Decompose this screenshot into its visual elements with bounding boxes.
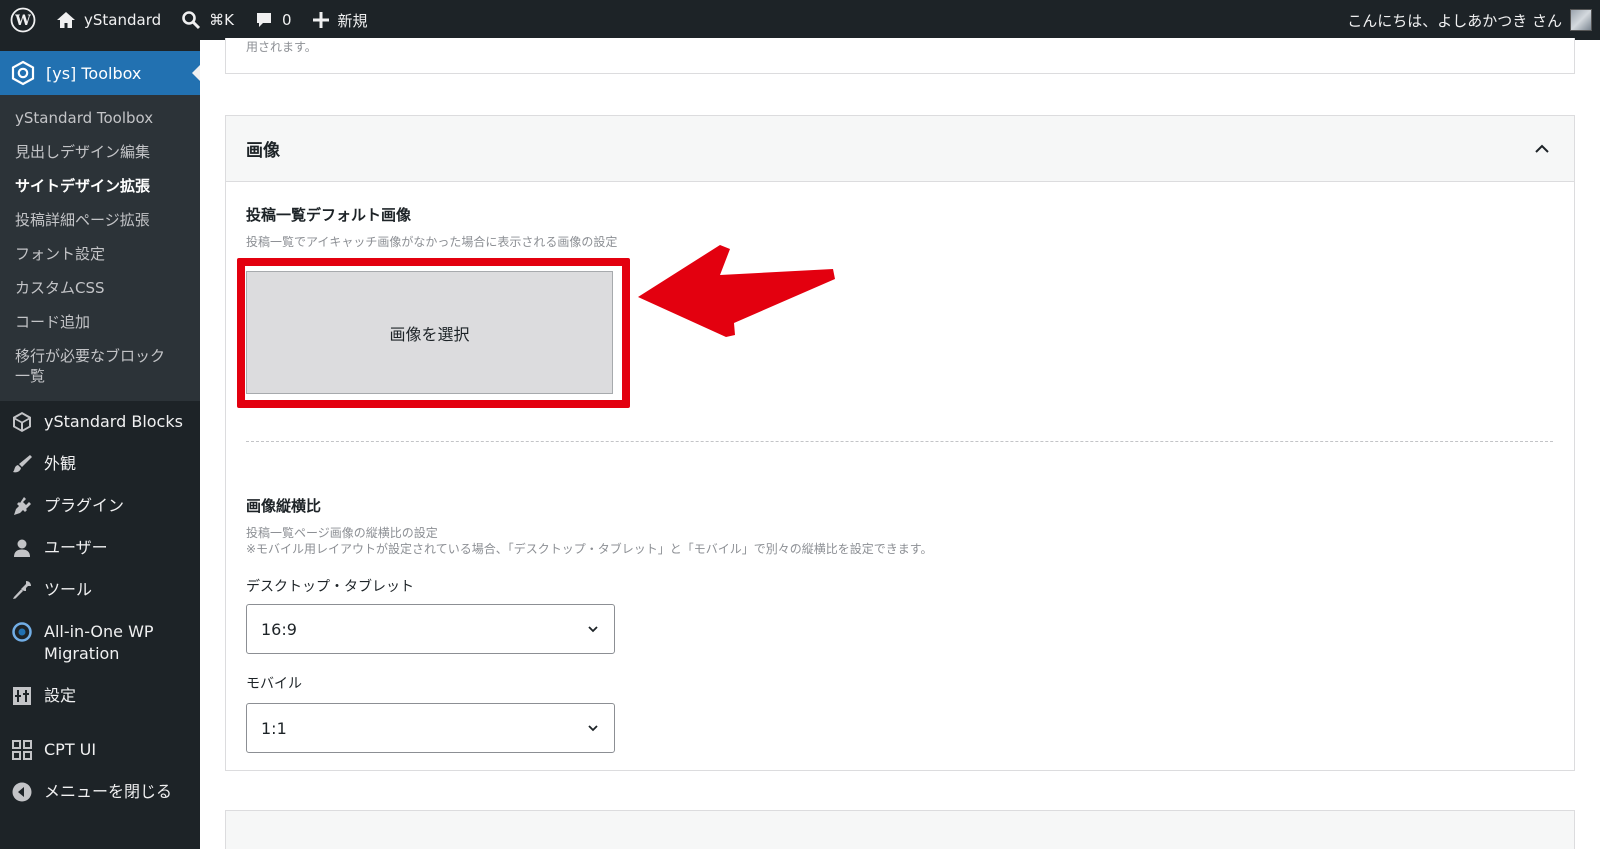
submenu-item-add-code[interactable]: コード追加 <box>0 305 200 339</box>
sidebar-item-ystandard-blocks[interactable]: yStandard Blocks <box>0 401 200 443</box>
search-shortcut-button[interactable]: ⌘K <box>171 0 244 40</box>
previous-panel-text: 用されます。 <box>246 40 317 54</box>
toolbox-submenu: yStandard Toolbox 見出しデザイン編集 サイトデザイン拡張 投稿… <box>0 95 200 401</box>
menu-label: ツール <box>44 580 93 599</box>
menu-label: ユーザー <box>44 538 108 557</box>
section-divider <box>246 441 1553 442</box>
comments-count: 0 <box>281 11 292 29</box>
mobile-ratio-select[interactable]: 1:1 <box>246 703 615 753</box>
menu-label: All-in-One WP Migration <box>44 622 154 663</box>
submenu-item-custom-css[interactable]: カスタムCSS <box>0 271 200 305</box>
highlight-box <box>237 258 630 408</box>
settings-icon <box>10 685 34 707</box>
home-icon <box>57 12 75 28</box>
avatar <box>1570 9 1592 31</box>
collapse-menu-button[interactable]: メニューを閉じる <box>0 771 200 813</box>
sidebar-item-toolbox[interactable]: [ys] Toolbox <box>0 51 200 95</box>
chevron-down-icon <box>586 721 600 735</box>
chevron-up-icon[interactable] <box>1530 137 1554 161</box>
menu-label: 設定 <box>44 686 77 705</box>
site-name-link[interactable]: yStandard <box>46 0 171 40</box>
admin-sidebar: [ys] Toolbox yStandard Toolbox 見出しデザイン編集… <box>0 40 200 849</box>
red-arrow-icon <box>638 245 835 337</box>
aspect-ratio-label: 画像縦横比 <box>246 497 322 515</box>
panel-header[interactable]: 画像 <box>226 116 1574 182</box>
chevron-down-icon <box>586 622 600 636</box>
sidebar-item-appearance[interactable]: 外観 <box>0 443 200 485</box>
menu-label: 外観 <box>44 454 77 473</box>
image-settings-panel: 画像 投稿一覧デフォルト画像 投稿一覧でアイキャッチ画像がなかった場合に表示され… <box>225 115 1575 771</box>
previous-settings-panel: 用されます。 <box>225 38 1575 74</box>
plugin-icon <box>10 495 34 517</box>
submenu-item-migration-blocks[interactable]: 移行が必要なブロック一覧 <box>0 339 190 393</box>
submenu-item-ystandard-toolbox[interactable]: yStandard Toolbox <box>0 101 200 135</box>
desktop-ratio-label: デスクトップ・タブレット <box>246 579 414 595</box>
paintbrush-icon <box>10 453 34 475</box>
menu-label: CPT UI <box>44 740 97 759</box>
menu-label: メニューを閉じる <box>44 782 173 801</box>
sidebar-item-plugins[interactable]: プラグイン <box>0 485 200 527</box>
new-content-button[interactable]: 新規 <box>302 0 378 40</box>
collapse-icon <box>10 781 34 803</box>
svg-text:W: W <box>14 13 31 29</box>
menu-label: プラグイン <box>44 496 125 515</box>
greeting-text: こんにちは、よしあかつき さん <box>1347 11 1562 30</box>
default-image-label: 投稿一覧デフォルト画像 <box>246 206 412 224</box>
aspect-ratio-note: ※モバイル用レイアウトが設定されている場合、「デスクトップ・タブレット」と「モバ… <box>246 542 933 556</box>
default-image-help: 投稿一覧でアイキャッチ画像がなかった場合に表示される画像の設定 <box>246 235 618 249</box>
menu-label: yStandard Blocks <box>44 412 183 431</box>
desktop-ratio-value: 16:9 <box>261 619 297 639</box>
search-shortcut-label: ⌘K <box>209 11 234 29</box>
next-settings-panel <box>225 810 1575 849</box>
search-icon <box>182 11 201 30</box>
toolbox-label: [ys] Toolbox <box>46 63 142 83</box>
current-menu-notch <box>192 65 200 81</box>
sidebar-item-tools[interactable]: ツール <box>0 569 200 611</box>
toolbox-hexagon-icon <box>11 60 35 86</box>
desktop-ratio-select[interactable]: 16:9 <box>246 604 615 654</box>
submenu-item-heading-design[interactable]: 見出しデザイン編集 <box>0 135 200 169</box>
comments-button[interactable]: 0 <box>244 0 302 40</box>
new-label: 新規 <box>337 11 368 30</box>
main-content: 用されます。 画像 投稿一覧デフォルト画像 投稿一覧でアイキャッチ画像がなかった… <box>200 38 1600 849</box>
mobile-ratio-value: 1:1 <box>261 718 287 738</box>
wordpress-logo-button[interactable]: W <box>0 0 46 40</box>
submenu-item-site-design[interactable]: サイトデザイン拡張 <box>0 169 200 203</box>
wordpress-icon: W <box>10 7 36 33</box>
aspect-ratio-help: 投稿一覧ページ画像の縦横比の設定 <box>246 526 438 540</box>
sidebar-item-users[interactable]: ユーザー <box>0 527 200 569</box>
submenu-item-font-settings[interactable]: フォント設定 <box>0 237 200 271</box>
admin-bar: W yStandard ⌘K 0 新規 こんにちは、よしあかつき さん <box>0 0 1600 40</box>
cube-icon <box>10 411 34 433</box>
sidebar-item-settings[interactable]: 設定 <box>0 675 200 717</box>
comment-icon <box>256 13 271 27</box>
mobile-ratio-label: モバイル <box>246 676 302 692</box>
sidebar-item-all-in-one-migration[interactable]: All-in-One WP Migration <box>0 611 200 675</box>
wrench-icon <box>10 579 34 601</box>
site-name: yStandard <box>84 11 162 29</box>
grid-icon <box>10 739 34 761</box>
migration-icon <box>10 621 34 643</box>
my-account-menu[interactable]: こんにちは、よしあかつき さん <box>1347 9 1600 31</box>
panel-title: 画像 <box>246 141 280 161</box>
sidebar-item-cpt-ui[interactable]: CPT UI <box>0 729 200 771</box>
submenu-item-post-detail[interactable]: 投稿詳細ページ拡張 <box>0 203 200 237</box>
plus-icon <box>312 12 329 28</box>
user-icon <box>10 537 34 559</box>
